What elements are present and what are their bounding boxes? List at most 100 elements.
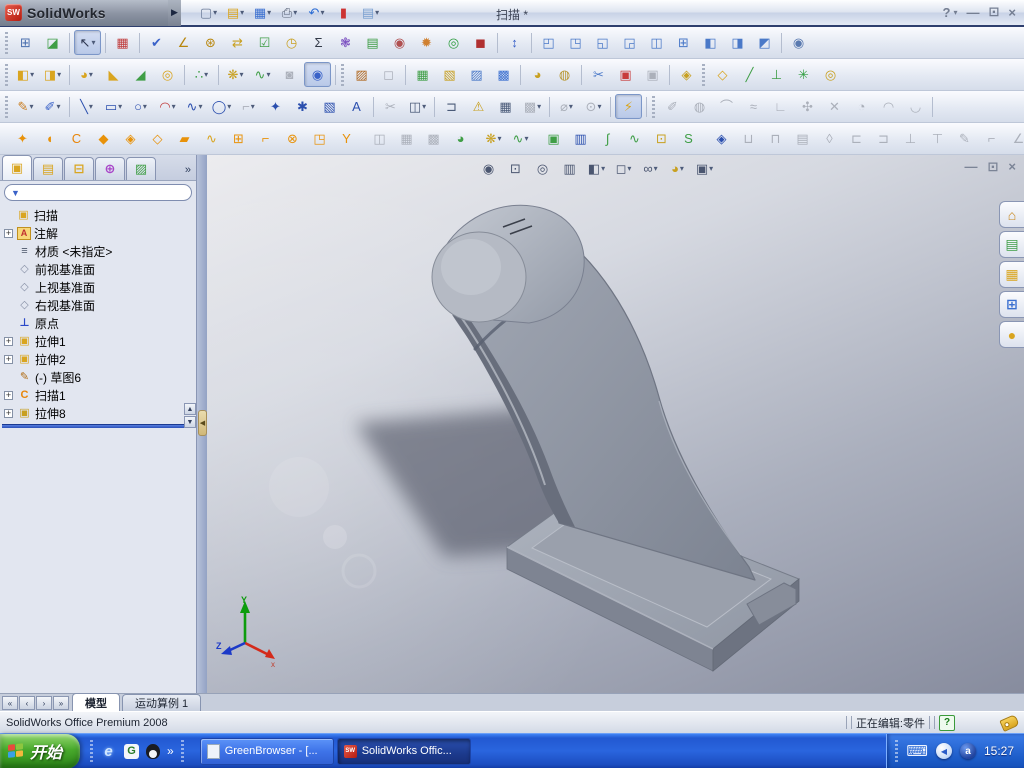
quick-launch-overflow-button[interactable]: » [167,744,174,758]
publish-edrawings-button[interactable]: ◪ [40,31,65,54]
flex-button[interactable]: ∿ ▾ [508,127,533,150]
tree-item[interactable]: + 拉伸2 [2,350,196,368]
circular-pattern-button[interactable]: ▩ [421,127,446,150]
lofted-boss-button[interactable]: ◆ [91,127,116,150]
mass-properties-button[interactable]: ⊛ [198,31,223,54]
relation-vertical-button[interactable]: ◍ [687,95,712,118]
camera-view-button[interactable]: ◎ [155,63,180,86]
viewport-3d[interactable]: ◉ ⊡ ◎ ▥ ◧ ▾ ◻ ▾ ∞ ▾ ◕ ▾ ▣ ▾ — ⊡ × ⌂ ▤ ▦ ⊞ ● Y x Z [207,155,1024,693]
circle-button[interactable]: ○ ▾ [128,95,153,118]
scroll-up-button[interactable]: ▲ [184,403,196,415]
tab-nav-prev-button[interactable]: ‹ [19,696,35,710]
spline-tools-button[interactable]: ∿ ▾ [250,63,275,86]
linear-pattern-button[interactable]: ▦ [394,127,419,150]
3d-sketch-button[interactable]: ✐ ▾ [40,95,65,118]
dropdown-arrow-icon[interactable]: ▾ [569,102,573,111]
coordinate-system-button[interactable]: ⊥ [764,63,789,86]
dropdown-arrow-icon[interactable]: ▾ [89,102,93,111]
instant3d-button[interactable]: ◉ [304,62,331,87]
trim-entities-button[interactable]: ✂ [378,95,403,118]
dropdown-arrow-icon[interactable]: ▾ [320,8,324,17]
relation-parallel-button[interactable]: ≈ [741,95,766,118]
sketch-warning-button[interactable]: ⚠ [466,95,491,118]
hide-show-items-button[interactable]: ∞ ▾ [638,157,663,180]
expand-plus-icon[interactable]: + [4,408,13,418]
verification-button[interactable]: ◎ [441,31,466,54]
select-button[interactable]: ↖ ▾ [74,30,101,55]
dropdown-arrow-icon[interactable]: ▾ [239,70,243,79]
move-copy-button[interactable]: ⇄ [225,31,250,54]
dropdown-arrow-icon[interactable]: ▾ [627,164,631,173]
tab-model[interactable]: 模型 [72,693,120,711]
scroll-down-button[interactable]: ▼ [184,416,196,428]
expand-plus-icon[interactable]: + [4,336,13,346]
base-flange-button[interactable]: ⊔ [736,127,761,150]
photoworks-render-button[interactable]: ▨ [349,63,374,86]
doc-close-button[interactable]: × [1008,159,1016,175]
section-view-hud-button[interactable]: ▥ [557,157,582,180]
dropdown-arrow-icon[interactable]: ▾ [240,8,244,17]
curve-through-points-button[interactable]: ∫ [595,127,620,150]
tree-item[interactable]: + 注解 [2,224,196,242]
dropdown-arrow-icon[interactable]: ▾ [30,70,34,79]
relation-delete-button[interactable]: ✕ [822,95,847,118]
view-left-button[interactable]: ◱ [590,31,615,54]
render-last-button[interactable]: ▧ [437,63,462,86]
doc-minimize-button[interactable]: — [965,159,978,175]
menu-flyout-arrow-icon[interactable]: ▶ [168,0,181,26]
circular-sketch-pattern-button[interactable]: ▩ ▾ [520,95,545,118]
view-bottom-button[interactable]: ⊞ [671,31,696,54]
view-back-button[interactable]: ◳ [563,31,588,54]
align-tool-button[interactable]: ◙ [277,63,302,86]
flatten-button[interactable]: ⌐ [979,127,1004,150]
task-button-greenbrowser[interactable]: GreenBrowser - [... [199,737,334,765]
pad-button[interactable]: ▰ [172,127,197,150]
render-save-button[interactable]: ▩ [491,63,516,86]
spline-button[interactable]: ∿ ▾ [182,95,207,118]
dome-button[interactable]: ∿ [199,127,224,150]
panel-tab-configurations[interactable] [64,157,94,180]
scene-editor-button[interactable]: ◕ [525,63,550,86]
bend-button[interactable]: ⌐ [253,127,278,150]
materials-editor-button[interactable]: ◍ [552,63,577,86]
performance-button[interactable]: ▮ [331,1,356,24]
dropdown-arrow-icon[interactable]: ▾ [227,102,231,111]
tree-item[interactable]: 右视基准面 [2,296,196,314]
paste-appearance-button[interactable]: ▣ [640,63,665,86]
render-select-button[interactable]: ▨ [464,63,489,86]
document-properties-button[interactable]: ⊞ [13,31,38,54]
taskpane-tab-appearances-scenes[interactable]: ● [999,321,1024,348]
dropdown-arrow-icon[interactable]: ▾ [680,164,684,173]
undo-button[interactable]: ↶ ▾ [304,1,329,24]
dropdown-arrow-icon[interactable]: ▾ [375,8,379,17]
sketched-bend-button[interactable]: ◊ [817,127,842,150]
polygon-button[interactable]: ✦ [263,95,288,118]
tree-item[interactable]: + 拉伸8 [2,404,196,422]
ime-language-icon[interactable]: a [959,743,976,759]
hem-button[interactable]: ⊥ [898,127,923,150]
copy-appearance-button[interactable]: ✂ [586,63,611,86]
dropdown-arrow-icon[interactable]: ▾ [213,8,217,17]
dropdown-arrow-icon[interactable]: ▾ [266,70,270,79]
equations-button[interactable]: Σ [306,31,331,54]
relation-concentric-button[interactable]: ◠ [876,95,901,118]
new-document-button[interactable]: ▢ ▾ [196,1,221,24]
mirror-feature-button[interactable]: ◫ [367,127,392,150]
model-3d[interactable] [207,155,1024,693]
surface-tool-button[interactable]: ▣ [541,127,566,150]
dropdown-arrow-icon[interactable]: ▾ [204,70,208,79]
smart-dimension-button[interactable]: ⊙ ▾ [581,95,606,118]
doc-restore-button[interactable]: ⊡ [988,159,999,175]
view-front-button[interactable]: ◰ [536,31,561,54]
section-view-button[interactable]: ◣ [101,63,126,86]
open-document-button[interactable]: ▤ ▾ [223,1,248,24]
display-states-button[interactable]: ∴ ▾ [189,63,214,86]
ellipse-button[interactable]: ◯ ▾ [209,95,234,118]
sweep-button[interactable]: C [64,127,89,150]
dropdown-arrow-icon[interactable]: ▾ [267,8,271,17]
task-button-solidworks[interactable]: SW SolidWorks Offic... [336,737,471,765]
jog-button[interactable]: ⊐ [871,127,896,150]
view-right-button[interactable]: ◲ [617,31,642,54]
extruded-boss-button[interactable]: ◈ [118,127,143,150]
dropdown-arrow-icon[interactable]: ▾ [524,134,528,143]
